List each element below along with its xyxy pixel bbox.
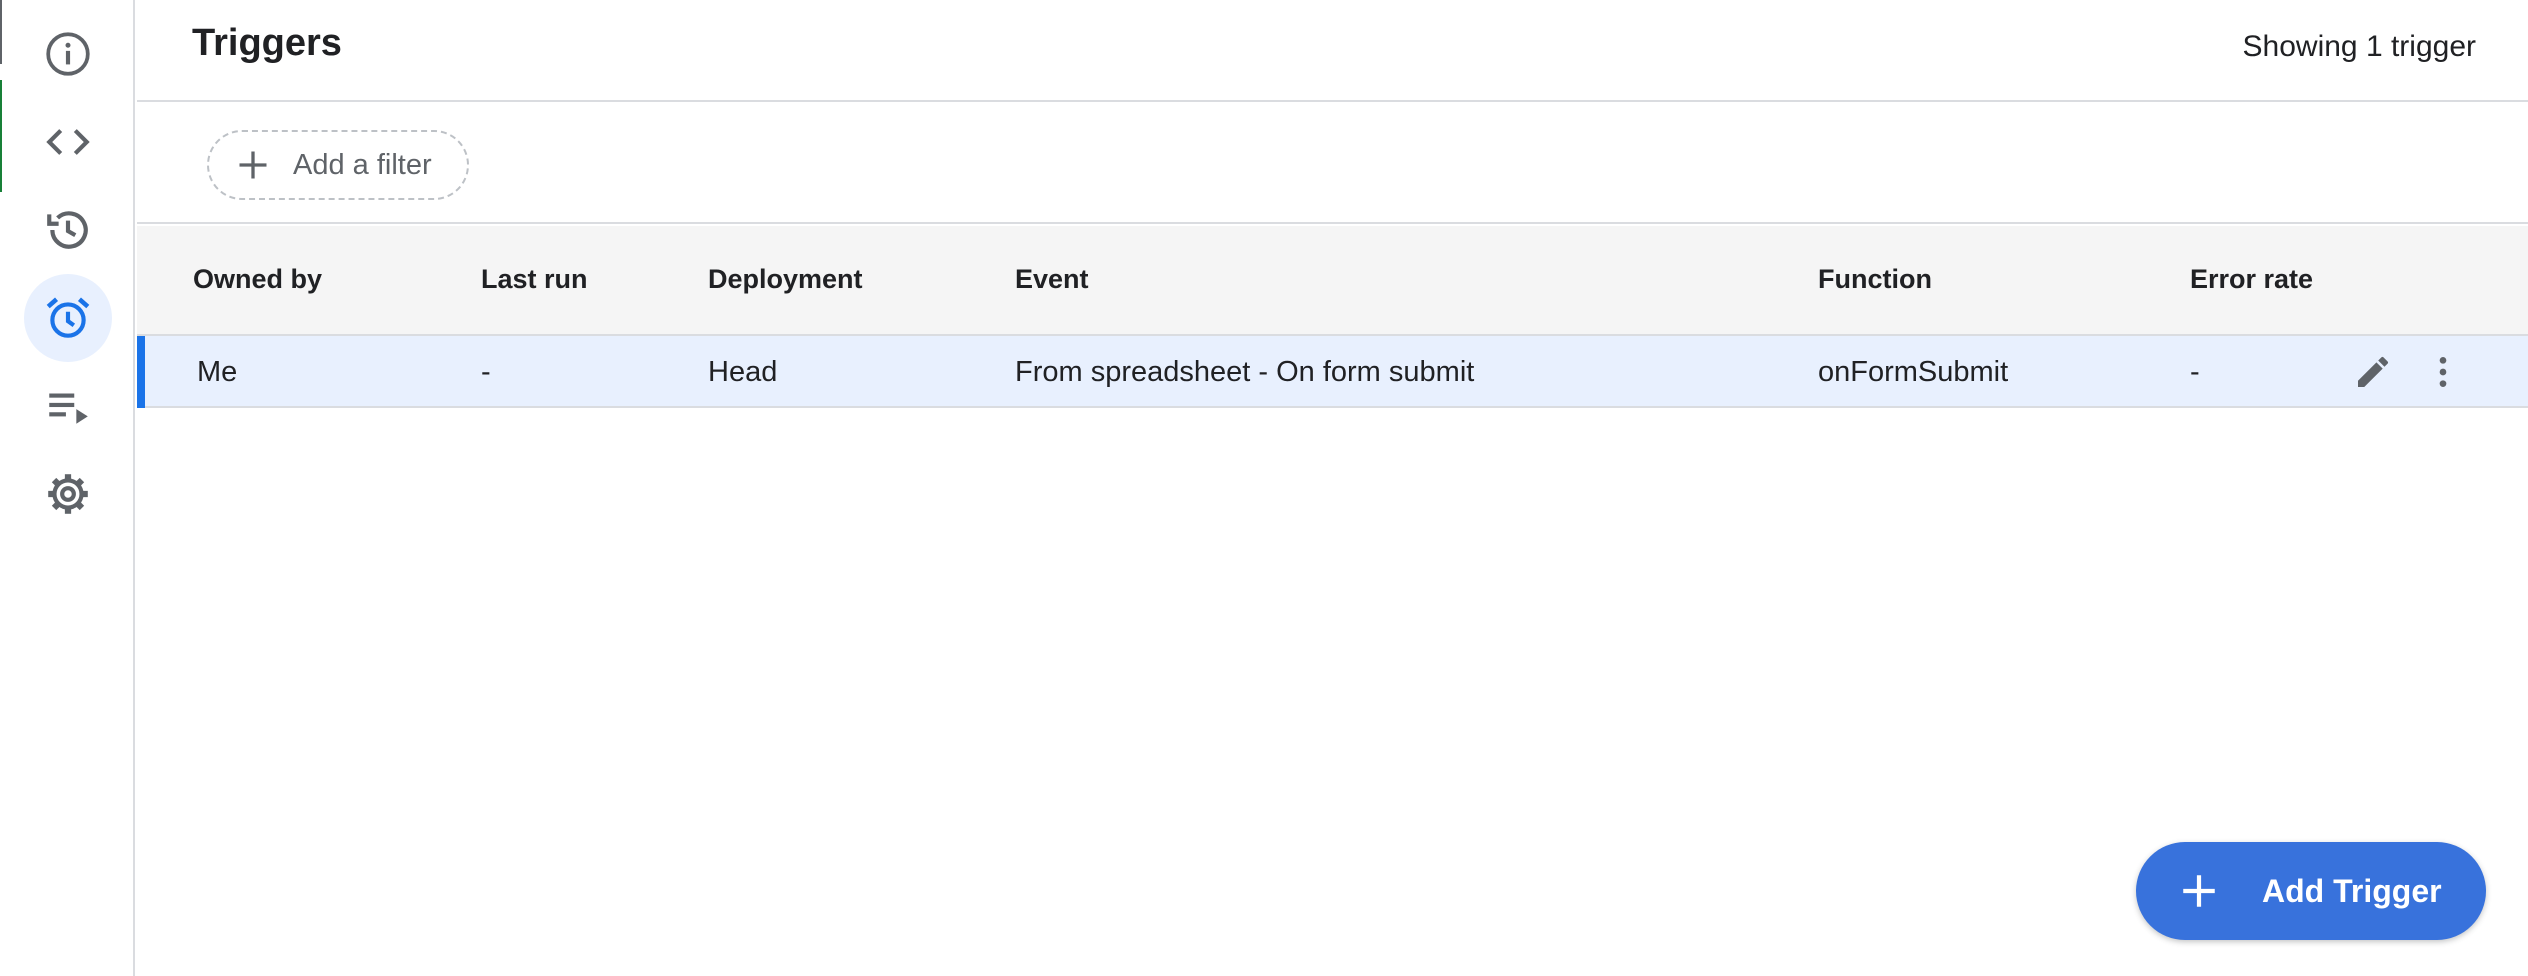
- nav-editor[interactable]: [24, 98, 112, 186]
- add-trigger-button[interactable]: Add Trigger: [2136, 842, 2486, 940]
- plus-icon: [2183, 875, 2215, 907]
- nav-history[interactable]: [24, 186, 112, 274]
- triggers-table: Owned by Last run Deployment Event Funct…: [137, 226, 2528, 408]
- add-trigger-label: Add Trigger: [2262, 872, 2442, 909]
- trigger-count-text: Showing 1 trigger: [2242, 30, 2476, 63]
- filter-bar: Add a filter: [137, 104, 2528, 224]
- triggers-app: Triggers Showing 1 trigger Add a filter …: [0, 0, 2528, 976]
- nav-settings[interactable]: [24, 450, 112, 538]
- column-header-deployment[interactable]: Deployment: [708, 264, 863, 295]
- executions-icon: [49, 393, 88, 424]
- cell-deployment: Head: [708, 356, 778, 388]
- alarm-clock-icon: [46, 297, 90, 338]
- side-nav-rail: [0, 0, 135, 976]
- add-filter-button[interactable]: Add a filter: [207, 130, 469, 200]
- gear-icon: [48, 474, 88, 514]
- add-filter-label: Add a filter: [293, 148, 432, 181]
- column-header-owned-by[interactable]: Owned by: [193, 264, 322, 295]
- cell-error-rate: -: [2190, 356, 2200, 388]
- column-header-event[interactable]: Event: [1015, 264, 1089, 295]
- history-icon: [47, 211, 88, 249]
- plus-icon: [239, 151, 267, 179]
- rail-edge-accent: [0, 0, 2, 64]
- cell-function: onFormSubmit: [1818, 356, 2009, 388]
- page-header: Triggers Showing 1 trigger: [137, 0, 2528, 102]
- nav-executions[interactable]: [24, 362, 112, 450]
- cell-event: From spreadsheet - On form submit: [1015, 356, 1475, 388]
- info-icon: [46, 32, 90, 76]
- table-header-row: Owned by Last run Deployment Event Funct…: [137, 226, 2528, 336]
- cell-last-run: -: [481, 356, 491, 388]
- row-selected-indicator: [137, 336, 145, 408]
- table-row[interactable]: Me - Head From spreadsheet - On form sub…: [137, 336, 2528, 408]
- edit-trigger-button[interactable]: [2347, 346, 2399, 398]
- pencil-icon: [2358, 356, 2389, 387]
- page-title: Triggers: [192, 22, 342, 64]
- column-header-error-rate[interactable]: Error rate: [2190, 264, 2313, 295]
- code-icon: [46, 129, 90, 155]
- column-header-function[interactable]: Function: [1818, 264, 1932, 295]
- column-header-last-run[interactable]: Last run: [481, 264, 588, 295]
- more-options-button[interactable]: [2417, 346, 2469, 398]
- more-vert-icon: [2439, 357, 2447, 387]
- nav-overview[interactable]: [24, 10, 112, 98]
- cell-owned-by: Me: [197, 356, 238, 388]
- rail-edge-accent-green: [0, 80, 2, 192]
- nav-triggers[interactable]: [24, 274, 112, 362]
